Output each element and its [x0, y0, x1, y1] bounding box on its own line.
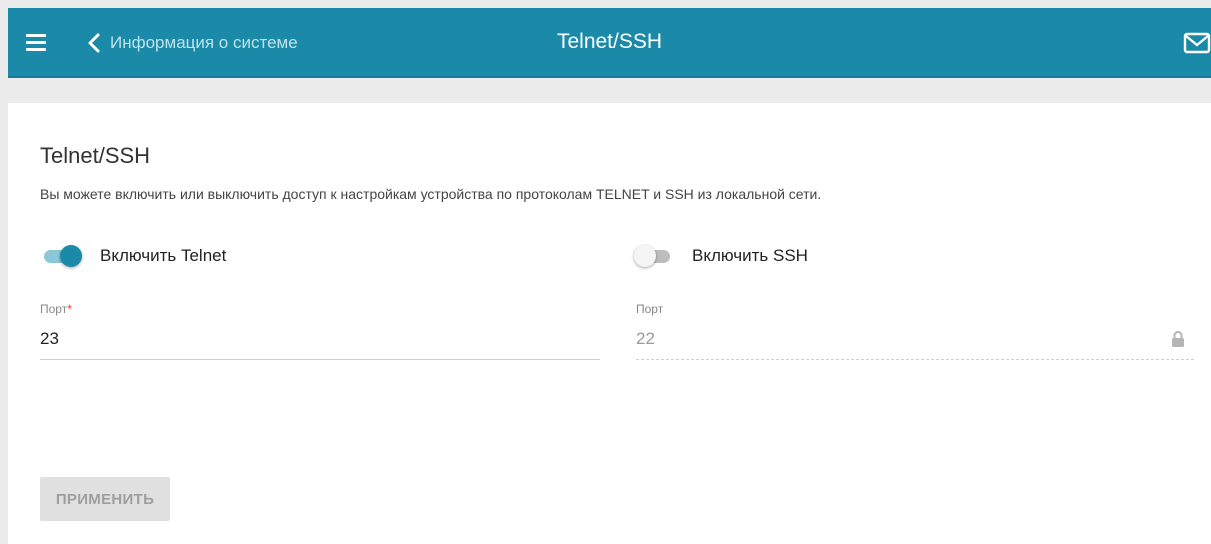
- telnet-port-label: Порт*: [40, 302, 72, 316]
- telnet-toggle-label: Включить Telnet: [100, 246, 227, 265]
- ssh-port-underline: [636, 359, 1194, 360]
- telnet-port-input[interactable]: 23: [40, 329, 59, 349]
- ssh-port-input: 22: [636, 329, 655, 348]
- ssh-toggle[interactable]: Включить SSH: [634, 245, 808, 267]
- telnet-toggle[interactable]: Включить Telnet: [42, 245, 226, 267]
- page-description: Вы можете включить или выключить доступ …: [40, 186, 822, 202]
- lock-icon: [1171, 330, 1185, 353]
- page-header-title: Telnet/SSH: [556, 30, 663, 53]
- ssh-port-label: Порт: [636, 302, 664, 316]
- content-card: Telnet/SSH Вы можете включить или выключ…: [8, 103, 1211, 544]
- required-mark: *: [67, 302, 72, 316]
- page-title: Telnet/SSH: [40, 143, 151, 168]
- apply-button[interactable]: ПРИМЕНИТЬ: [40, 477, 170, 521]
- mail-icon[interactable]: [1183, 32, 1211, 59]
- ssh-toggle-label: Включить SSH: [692, 246, 808, 265]
- telnet-port-underline: [40, 359, 600, 360]
- ssh-switch[interactable]: [634, 245, 674, 267]
- app-header: Информация о системе Telnet/SSH: [8, 8, 1211, 78]
- telnet-switch[interactable]: [42, 245, 82, 267]
